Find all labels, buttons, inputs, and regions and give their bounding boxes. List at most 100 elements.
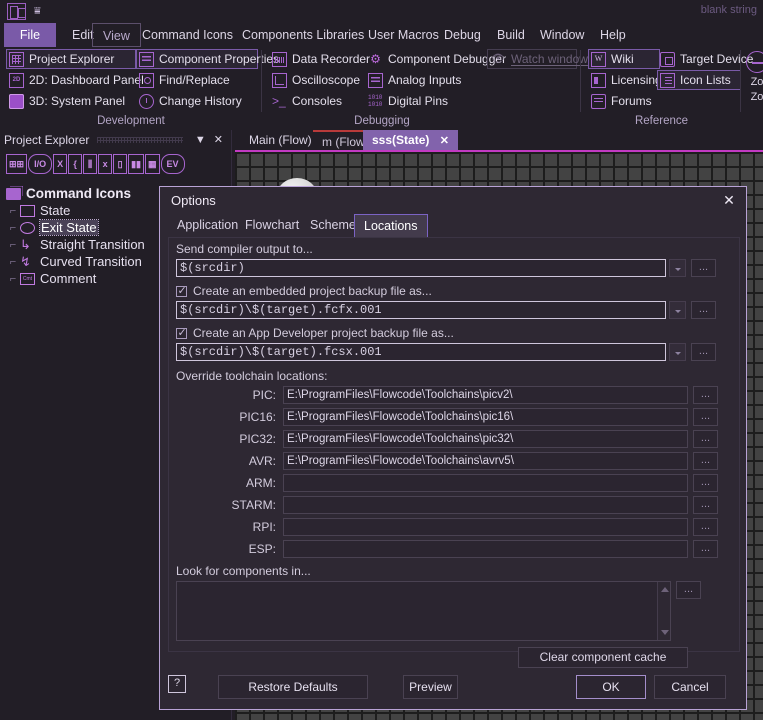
hatch-tool-icon[interactable]: ▦ bbox=[145, 154, 160, 174]
zoom-label-top: Zo bbox=[750, 76, 763, 88]
toolchain-path-input[interactable] bbox=[283, 540, 688, 558]
components-browse-button[interactable]: ... bbox=[676, 581, 701, 599]
toolchain-path-input[interactable]: E:\ProgramFiles\Flowcode\Toolchains\pic3… bbox=[283, 430, 688, 448]
embedded-backup-row: $(srcdir)\$(target).fcfx.001 ... bbox=[176, 301, 740, 319]
tree-item-label: State bbox=[40, 203, 71, 218]
toolchain-path-input[interactable] bbox=[283, 474, 688, 492]
x-tool-icon[interactable]: X bbox=[53, 154, 68, 174]
close-icon[interactable]: ✕ bbox=[440, 135, 449, 147]
ribbon-button-3d-system-panel[interactable]: 3D: System Panel bbox=[6, 91, 136, 111]
ribbon-button-component-debugger[interactable]: ⚙ Component Debugger bbox=[365, 49, 506, 69]
embedded-backup-checkbox[interactable] bbox=[176, 284, 187, 297]
group-tool-icon[interactable]: ▮▮ bbox=[128, 154, 145, 174]
ribbon-button-analog-inputs[interactable]: Analog Inputs bbox=[365, 70, 491, 90]
app-backup-checkbox-row[interactable]: Create an App Developer project backup f… bbox=[176, 326, 740, 340]
toolchain-name: ESP: bbox=[248, 542, 276, 556]
io-tool-icon[interactable]: I/O bbox=[28, 154, 53, 174]
toolchain-path-input[interactable] bbox=[283, 496, 688, 514]
menu-item-debug[interactable]: Debug bbox=[434, 23, 491, 47]
close-icon[interactable]: ✕ bbox=[210, 133, 227, 146]
ribbon-label: Licensing bbox=[611, 73, 662, 87]
tab-flowchart[interactable]: Flowchart bbox=[236, 214, 308, 238]
toolchain-browse-button[interactable]: ... bbox=[693, 408, 718, 426]
components-scrollbar[interactable] bbox=[657, 582, 670, 640]
ribbon-button-consoles[interactable]: >_ Consoles bbox=[269, 91, 365, 111]
var-x-tool-icon[interactable]: x bbox=[98, 154, 113, 174]
chevron-down-icon[interactable]: ▼ bbox=[191, 134, 210, 146]
scroll-down-icon[interactable] bbox=[661, 630, 669, 635]
toolchain-path-input[interactable]: E:\ProgramFiles\Flowcode\Toolchains\avrv… bbox=[283, 452, 688, 470]
restore-defaults-button[interactable]: Restore Defaults bbox=[218, 675, 368, 699]
ribbon-button-target-device[interactable]: Target Device bbox=[657, 49, 753, 69]
ev-tool-icon[interactable]: EV bbox=[160, 154, 185, 174]
ribbon-button-digital-pins[interactable]: 1010 1010 Digital Pins bbox=[365, 91, 491, 111]
compiler-output-browse-button[interactable]: ... bbox=[691, 259, 716, 277]
clear-component-cache-button[interactable]: Clear component cache bbox=[518, 647, 688, 668]
tab-sss-state[interactable]: sss(State) ✕ bbox=[363, 130, 458, 150]
ribbon-button-2d-dashboard-panel[interactable]: 2D 2D: Dashboard Panel bbox=[6, 70, 144, 90]
dialog-close-icon[interactable]: ✕ bbox=[720, 191, 738, 209]
ribbon-button-forums[interactable]: Forums bbox=[588, 91, 660, 111]
ribbon-button-find-replace[interactable]: Find/Replace bbox=[136, 70, 258, 90]
ribbon-button-change-history[interactable]: Change History bbox=[136, 91, 258, 111]
help-button[interactable]: ? bbox=[168, 675, 186, 693]
toolchain-path-input[interactable]: E:\ProgramFiles\Flowcode\Toolchains\pic1… bbox=[283, 408, 688, 426]
dialog-title-bar: Options ✕ bbox=[160, 187, 746, 214]
menu-item-command-icons[interactable]: Command Icons bbox=[132, 23, 243, 47]
toolchain-row-pic16: PIC16: E:\ProgramFiles\Flowcode\Toolchai… bbox=[168, 408, 740, 426]
licensing-icon bbox=[591, 72, 606, 88]
app-backup-dropdown-icon[interactable] bbox=[669, 343, 686, 361]
toolchain-browse-button[interactable]: ... bbox=[693, 386, 718, 404]
toolchain-browse-button[interactable]: ... bbox=[693, 496, 718, 514]
zoom-icon[interactable] bbox=[746, 51, 763, 73]
menu-item-components-libraries[interactable]: Components Libraries bbox=[232, 23, 374, 47]
compiler-output-input[interactable]: $(srcdir) bbox=[176, 259, 666, 277]
properties-icon bbox=[139, 51, 154, 67]
ribbon-button-oscilloscope[interactable]: Oscilloscope bbox=[269, 70, 365, 90]
drag-handle[interactable] bbox=[97, 136, 183, 143]
toolchain-path-input[interactable]: E:\ProgramFiles\Flowcode\Toolchains\picv… bbox=[283, 386, 688, 404]
quick-access-toolbar-icon[interactable]: ⩸ bbox=[34, 5, 41, 18]
app-backup-input[interactable]: $(srcdir)\$(target).fcsx.001 bbox=[176, 343, 666, 361]
app-backup-browse-button[interactable]: ... bbox=[691, 343, 716, 361]
app-backup-checkbox[interactable] bbox=[176, 326, 187, 339]
embedded-backup-checkbox-row[interactable]: Create an embedded project backup file a… bbox=[176, 284, 740, 298]
toolchain-path-input[interactable] bbox=[283, 518, 688, 536]
bar-tool-icon[interactable]: ▯ bbox=[113, 154, 128, 174]
menu-item-window[interactable]: Window bbox=[530, 23, 594, 47]
embedded-backup-browse-button[interactable]: ... bbox=[691, 301, 716, 319]
ribbon-button-licensing[interactable]: Licensing bbox=[588, 70, 662, 90]
toolchain-row-rpi: RPI: ... bbox=[168, 518, 740, 536]
ribbon-label: Watch window bbox=[511, 52, 588, 66]
menu-item-build[interactable]: Build bbox=[487, 23, 535, 47]
toolchain-browse-button[interactable]: ... bbox=[693, 540, 718, 558]
embedded-backup-dropdown-icon[interactable] bbox=[669, 301, 686, 319]
tab-main-flow[interactable]: Main (Flow) bbox=[240, 130, 321, 150]
toolchain-browse-button[interactable]: ... bbox=[693, 474, 718, 492]
ribbon-button-wiki[interactable]: W Wiki bbox=[588, 49, 660, 69]
chip-icon bbox=[660, 51, 675, 67]
embedded-backup-input[interactable]: $(srcdir)\$(target).fcfx.001 bbox=[176, 301, 666, 319]
tab-locations[interactable]: Locations bbox=[354, 214, 428, 238]
ribbon-button-icon-lists[interactable]: Icon Lists bbox=[657, 70, 741, 90]
ribbon-button-component-properties[interactable]: Component Properties bbox=[136, 49, 279, 69]
toolchain-browse-button[interactable]: ... bbox=[693, 518, 718, 536]
app-backup-row: $(srcdir)\$(target).fcsx.001 ... bbox=[176, 343, 740, 361]
preview-button[interactable]: Preview bbox=[403, 675, 458, 699]
ribbon-button-project-explorer[interactable]: Project Explorer bbox=[6, 49, 136, 69]
scroll-up-icon[interactable] bbox=[661, 587, 669, 592]
ok-button[interactable]: OK bbox=[576, 675, 646, 699]
cancel-button[interactable]: Cancel bbox=[654, 675, 726, 699]
tree-root-label: Command Icons bbox=[26, 186, 132, 201]
brace-tool-icon[interactable]: { bbox=[68, 154, 83, 174]
tree-item-label: Exit State bbox=[39, 219, 99, 236]
toolchain-browse-button[interactable]: ... bbox=[693, 452, 718, 470]
grid-tool-icon[interactable]: ⊞⊞ bbox=[6, 154, 28, 174]
menu-item-file[interactable]: File bbox=[4, 23, 56, 47]
macro-tool-icon[interactable]: ⫼ bbox=[83, 154, 98, 174]
compiler-output-dropdown-icon[interactable] bbox=[669, 259, 686, 277]
menu-item-help[interactable]: Help bbox=[590, 23, 636, 47]
toolchain-browse-button[interactable]: ... bbox=[693, 430, 718, 448]
ribbon-button-data-recorder[interactable]: Data Recorder bbox=[269, 49, 370, 69]
components-list-input[interactable] bbox=[176, 581, 671, 641]
